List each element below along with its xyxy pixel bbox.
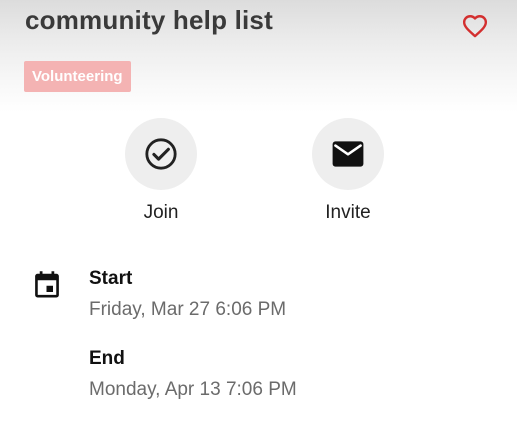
end-date: End Monday, Apr 13 7:06 PM (89, 348, 297, 401)
calendar-icon (35, 271, 59, 298)
event-title: community help list (25, 5, 273, 35)
join-label: Join (143, 202, 179, 223)
invite-label: Invite (325, 202, 371, 223)
start-date: Start Friday, Mar 27 6:06 PM (89, 268, 286, 321)
join-icon-circle[interactable] (125, 118, 197, 190)
event-header: community help list Volunteering (0, 0, 517, 112)
favorite-button[interactable] (460, 11, 490, 41)
invite-icon-circle[interactable] (312, 118, 384, 190)
heart-outline-icon (462, 15, 488, 38)
end-value: Monday, Apr 13 7:06 PM (89, 379, 297, 400)
invite-button[interactable]: Invite (303, 118, 393, 224)
start-value: Friday, Mar 27 6:06 PM (89, 299, 287, 320)
end-label: End (89, 348, 125, 369)
mail-icon (332, 141, 364, 167)
category-tag[interactable]: Volunteering (24, 61, 131, 92)
join-button[interactable]: Join (116, 118, 206, 224)
check-circle-icon (145, 138, 177, 170)
start-label: Start (89, 268, 133, 289)
